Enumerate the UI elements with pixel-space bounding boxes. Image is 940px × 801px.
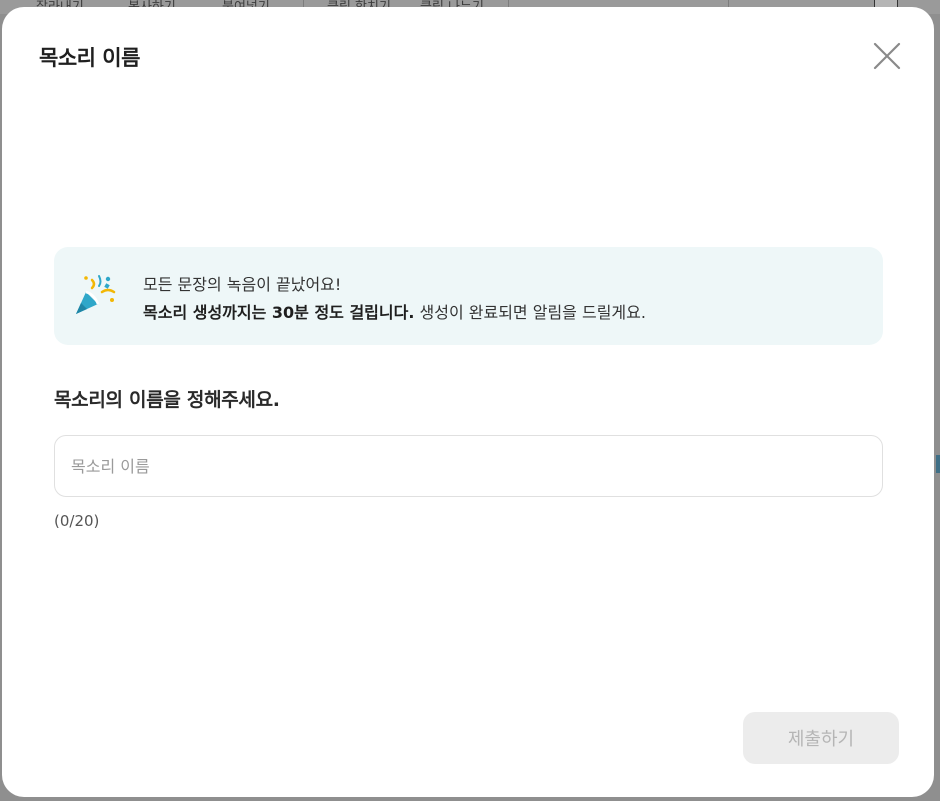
submit-button[interactable]: 제출하기 [743,712,899,764]
close-button[interactable] [868,37,906,75]
info-eta-bold: 목소리 생성까지는 30분 정도 걸립니다. [143,303,415,322]
info-complete-text: 모든 문장의 녹음이 끝났어요! [143,275,342,294]
char-counter: (0/20) [54,512,100,530]
voice-name-label: 목소리의 이름을 정해주세요. [54,389,280,411]
bg-scroll-accent [936,455,940,473]
party-popper-icon [76,275,116,314]
info-banner: 모든 문장의 녹음이 끝났어요! 목소리 생성까지는 30분 정도 걸립니다. … [54,247,883,345]
info-notify-text: 생성이 완료되면 알림을 드릴게요. [414,303,646,322]
modal-title: 목소리 이름 [39,46,140,70]
voice-name-input[interactable] [54,435,883,497]
voice-name-modal: 목소리 이름 모든 문장의 녹음이 끝났어요! 목소리 생성까지는 30분 정도… [2,7,934,797]
info-eta-text: 목소리 생성까지는 30분 정도 걸립니다. 생성이 완료되면 알림을 드릴게요… [143,299,646,323]
close-icon [873,42,901,70]
